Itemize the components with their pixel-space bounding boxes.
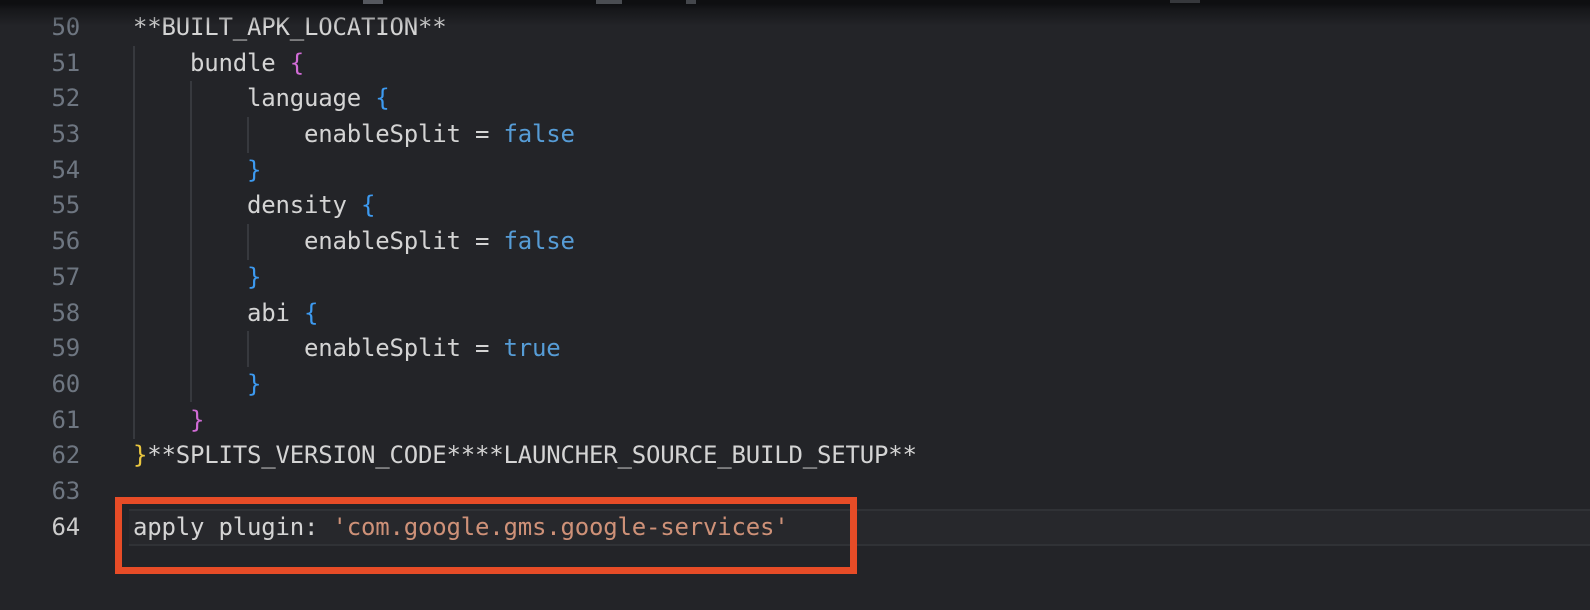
code-line-63[interactable]: 63 bbox=[0, 474, 1590, 510]
code-text: **BUILT_APK_LOCATION** bbox=[133, 10, 446, 46]
line-number[interactable]: 56 bbox=[0, 224, 80, 260]
line-number[interactable]: 63 bbox=[0, 474, 80, 510]
line-number[interactable]: 54 bbox=[0, 153, 80, 189]
line-number[interactable]: 64 bbox=[0, 510, 80, 546]
clipped-text-remnant bbox=[686, 0, 696, 4]
code-line-58[interactable]: 58 abi { bbox=[0, 296, 1590, 332]
line-number[interactable]: 53 bbox=[0, 117, 80, 153]
code-text: enableSplit = false bbox=[133, 224, 575, 260]
code-line-59[interactable]: 59 enableSplit = true bbox=[0, 331, 1590, 367]
code-text: apply plugin: 'com.google.gms.google-ser… bbox=[133, 510, 788, 546]
code-text: language { bbox=[133, 81, 390, 117]
code-line-56[interactable]: 56 enableSplit = false bbox=[0, 224, 1590, 260]
code-line-61[interactable]: 61 } bbox=[0, 403, 1590, 439]
code-line-51[interactable]: 51 bundle { bbox=[0, 46, 1590, 82]
line-number[interactable]: 61 bbox=[0, 403, 80, 439]
code-line-64[interactable]: 64 apply plugin: 'com.google.gms.google-s… bbox=[0, 510, 1590, 546]
line-number[interactable]: 57 bbox=[0, 260, 80, 296]
clipped-text-remnant bbox=[1170, 0, 1200, 3]
clipped-text-remnant bbox=[596, 0, 622, 4]
code-line-55[interactable]: 55 density { bbox=[0, 188, 1590, 224]
code-lines[interactable]: 50**BUILT_APK_LOCATION**51 bundle {52 la… bbox=[0, 10, 1590, 545]
code-text: } bbox=[133, 367, 261, 403]
code-text: } bbox=[133, 153, 261, 189]
code-text: }**SPLITS_VERSION_CODE****LAUNCHER_SOURC… bbox=[133, 438, 917, 474]
line-number[interactable]: 58 bbox=[0, 296, 80, 332]
code-text: } bbox=[133, 403, 204, 439]
clipped-text-remnant bbox=[363, 0, 383, 4]
code-line-57[interactable]: 57 } bbox=[0, 260, 1590, 296]
line-number[interactable]: 62 bbox=[0, 438, 80, 474]
line-number[interactable]: 52 bbox=[0, 81, 80, 117]
code-line-53[interactable]: 53 enableSplit = false bbox=[0, 117, 1590, 153]
code-line-62[interactable]: 62 }**SPLITS_VERSION_CODE****LAUNCHER_SOU… bbox=[0, 438, 1590, 474]
code-text: enableSplit = true bbox=[133, 331, 561, 367]
code-line-50[interactable]: 50 **BUILT_APK_LOCATION** bbox=[0, 10, 1590, 46]
code-text: abi { bbox=[133, 296, 318, 332]
code-text: enableSplit = false bbox=[133, 117, 575, 153]
line-number[interactable]: 50 bbox=[0, 10, 80, 46]
code-text: bundle { bbox=[133, 46, 304, 82]
line-number[interactable]: 59 bbox=[0, 331, 80, 367]
code-text: } bbox=[133, 260, 261, 296]
code-line-60[interactable]: 60 } bbox=[0, 367, 1590, 403]
line-number[interactable]: 51 bbox=[0, 46, 80, 82]
code-line-54[interactable]: 54 } bbox=[0, 153, 1590, 189]
code-text: density { bbox=[133, 188, 375, 224]
line-number[interactable]: 55 bbox=[0, 188, 80, 224]
code-line-52[interactable]: 52 language { bbox=[0, 81, 1590, 117]
code-editor: 50**BUILT_APK_LOCATION**51 bundle {52 la… bbox=[0, 0, 1590, 610]
line-number[interactable]: 60 bbox=[0, 367, 80, 403]
